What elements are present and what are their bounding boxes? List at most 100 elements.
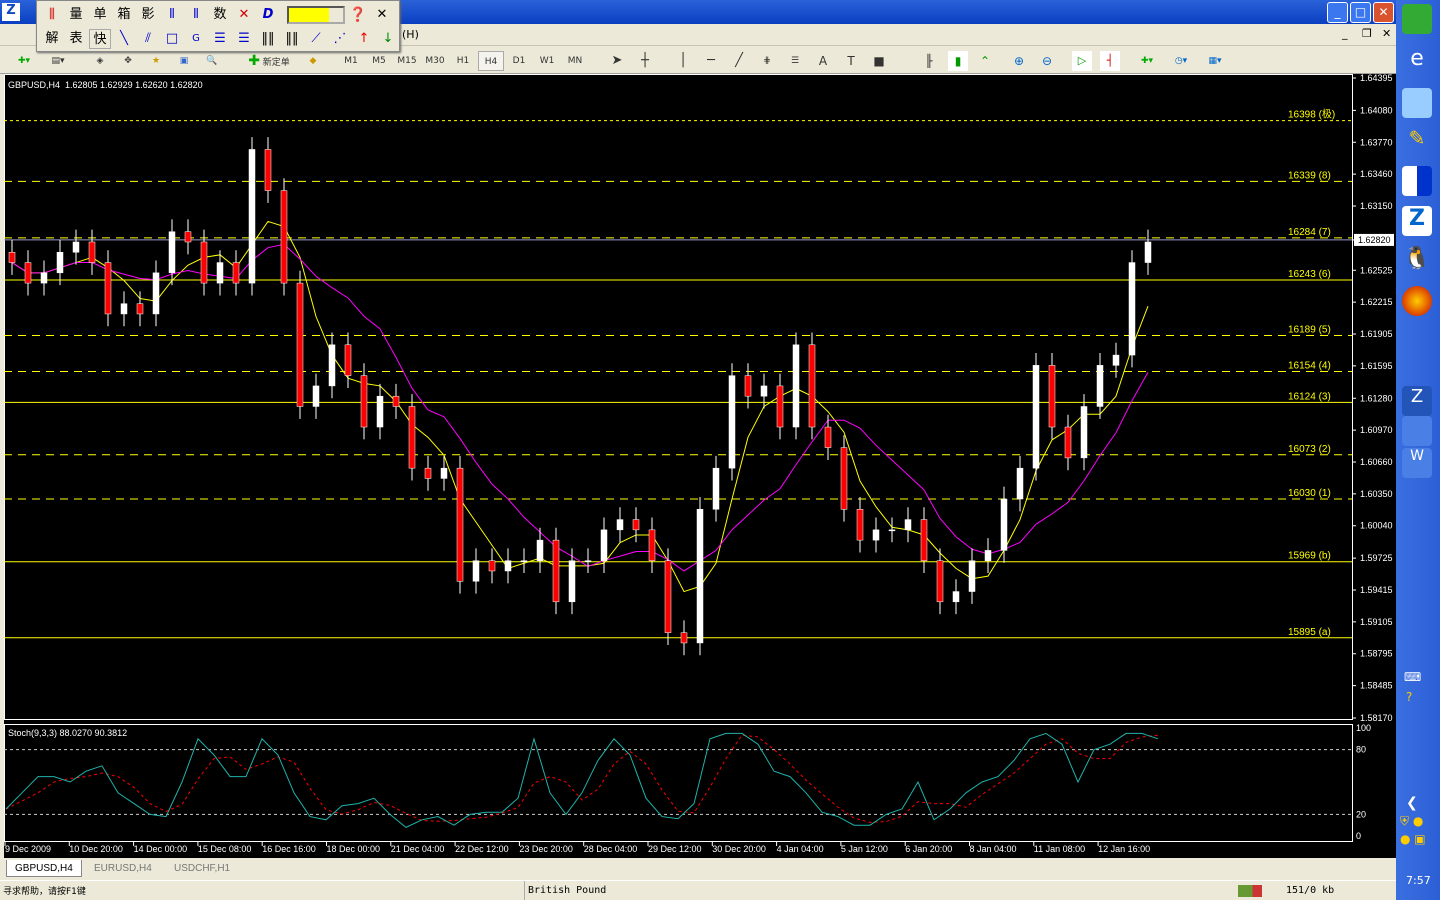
histogram2-icon[interactable]: ⫴ <box>185 5 207 25</box>
candle-body <box>760 385 768 397</box>
task-zhao-icon[interactable]: Z <box>1402 386 1432 416</box>
bar-chart-icon[interactable]: ╟ <box>920 51 938 71</box>
paint-icon[interactable]: ✎ <box>1402 126 1432 156</box>
ie-icon[interactable]: e <box>1402 46 1432 76</box>
mdi-close[interactable]: ✕ <box>1382 27 1391 40</box>
text-label-icon[interactable]: T <box>842 51 860 71</box>
expert-advisors-icon[interactable]: ◆ <box>304 51 322 71</box>
app-icon-red[interactable] <box>1402 286 1432 316</box>
zoom-out-icon[interactable]: ⊖ <box>1038 51 1056 71</box>
vertical-line-icon[interactable]: │ <box>674 51 692 71</box>
timeframe-MN[interactable]: MN <box>562 51 588 71</box>
app-icon-checker[interactable] <box>1402 166 1432 196</box>
text-icon[interactable]: A <box>814 51 832 71</box>
timeframe-H4[interactable]: H4 <box>478 51 504 71</box>
gann-icon[interactable]: G <box>185 29 207 49</box>
close-button[interactable]: ✕ <box>1373 2 1394 23</box>
tester-icon[interactable]: 🔍 <box>202 51 222 71</box>
timeframe-M30[interactable]: M30 <box>422 51 448 71</box>
chart-window[interactable]: 1.64395 1.64080 1.63770 1.63460 1.63150 1.628… <box>4 73 1396 858</box>
templates-icon[interactable]: ▦▾ <box>1202 51 1228 71</box>
chart-tab[interactable]: EURUSD,H4 <box>86 860 160 877</box>
mdi-minimize[interactable]: _ <box>1342 27 1348 40</box>
arrow-down-icon[interactable]: ↓ <box>377 29 399 49</box>
profiles-icon[interactable]: ▤▾ <box>44 51 72 71</box>
cycle-lines2-icon[interactable]: ‖‖ <box>281 29 303 49</box>
dy-icon[interactable]: D <box>257 5 279 25</box>
tray-network-icon[interactable]: ● ▣ <box>1400 832 1426 846</box>
fibo-icon[interactable]: ☰ <box>209 29 231 49</box>
horizontal-line-icon[interactable]: ─ <box>702 51 720 71</box>
ft-item[interactable]: 解 <box>41 29 63 49</box>
candle-body <box>344 344 352 376</box>
fibo-retracement-icon[interactable]: ☰ <box>786 51 804 71</box>
chart-tab[interactable]: GBPUSD,H4 <box>6 860 82 877</box>
terminal-icon[interactable]: ▣ <box>174 51 194 71</box>
ft-item[interactable]: 量 <box>65 5 87 25</box>
histogram-icon[interactable]: ⫴ <box>161 5 183 25</box>
text-lines-icon[interactable]: ☰ <box>233 29 255 49</box>
fan2-icon[interactable]: ⋰ <box>329 29 351 49</box>
tray-shield-icon[interactable]: ⛨ ● <box>1400 814 1423 829</box>
periods-icon[interactable]: ◷▾ <box>1168 51 1194 71</box>
ft-item[interactable]: 表 <box>65 29 87 49</box>
auto-scroll-icon[interactable]: ▷ <box>1072 51 1092 71</box>
cycle-lines-icon[interactable]: ‖‖ <box>257 29 279 49</box>
timeframe-D1[interactable]: D1 <box>506 51 532 71</box>
price-tick-label: 1.63150 <box>1360 201 1393 211</box>
line-icon[interactable]: ╲ <box>113 29 135 49</box>
menu-help[interactable]: (H) <box>402 28 419 41</box>
candlestick-icon[interactable]: ▮ <box>948 51 968 71</box>
mdi-restore[interactable]: ❐ <box>1362 27 1372 40</box>
tray-expand-icon[interactable]: ❮ <box>1406 795 1418 811</box>
chart-shift-icon[interactable]: ┤ <box>1100 51 1120 71</box>
crosshair-icon[interactable]: ┼ <box>636 51 654 71</box>
maximize-button[interactable]: □ <box>1350 2 1371 23</box>
navigator-icon[interactable]: ★ <box>146 51 166 71</box>
timeframe-M1[interactable]: M1 <box>338 51 364 71</box>
qq-icon[interactable]: 🐧 <box>1402 246 1432 276</box>
word-icon[interactable]: W <box>1402 448 1432 478</box>
minimize-button[interactable]: _ <box>1327 2 1348 23</box>
arrows-icon[interactable]: ■ <box>870 51 888 71</box>
keyboard-icon[interactable]: ⌨ <box>1404 670 1421 684</box>
chart-tab[interactable]: USDCHF,H1 <box>166 860 238 877</box>
candles-icon[interactable]: ⫼ <box>41 5 63 25</box>
timeframe-H1[interactable]: H1 <box>450 51 476 71</box>
task-app-icon[interactable] <box>1402 416 1432 446</box>
ft-item[interactable]: 影 <box>137 5 159 25</box>
close-toolbar-icon[interactable]: ✕ <box>371 5 393 25</box>
rectangle-icon[interactable]: □ <box>161 29 183 49</box>
ft-item[interactable]: 单 <box>89 5 111 25</box>
timeframe-W1[interactable]: W1 <box>534 51 560 71</box>
ft-item[interactable]: 快 <box>89 29 111 49</box>
trendline-icon[interactable]: ╱ <box>730 51 748 71</box>
timeframe-M5[interactable]: M5 <box>366 51 392 71</box>
ft-item[interactable]: 箱 <box>113 5 135 25</box>
stoch-info: Stoch(9,3,3) 88.0270 90.3812 <box>8 728 128 738</box>
color-picker[interactable] <box>287 6 345 24</box>
market-watch-icon[interactable]: ◈ <box>90 51 110 71</box>
candle-body <box>1000 498 1008 551</box>
arrow-up-icon[interactable]: ↑ <box>353 29 375 49</box>
new-order-button[interactable]: ✚ 新定单 <box>238 51 300 71</box>
help-icon[interactable]: ❓ <box>347 5 369 25</box>
channel-icon[interactable]: ⫽ <box>137 29 159 49</box>
cross-icon[interactable]: ✕ <box>233 5 255 25</box>
fibo-fan-icon[interactable]: ⋕ <box>758 51 776 71</box>
start-icon[interactable] <box>1402 4 1432 34</box>
price-chart[interactable]: 1.64395 1.64080 1.63770 1.63460 1.63150 1.628… <box>4 73 1396 858</box>
timeframe-M15[interactable]: M15 <box>394 51 420 71</box>
desktop-icon[interactable] <box>1402 88 1432 118</box>
cursor-icon[interactable]: ➤ <box>608 51 626 71</box>
zhao-icon[interactable]: Z <box>1402 206 1432 236</box>
indicators-icon[interactable]: ✚▾ <box>1134 51 1160 71</box>
new-chart-icon[interactable]: ✚▾ <box>10 51 38 71</box>
zoom-in-icon[interactable]: ⊕ <box>1010 51 1028 71</box>
data-window-icon[interactable]: ✥ <box>118 51 138 71</box>
line-chart-icon[interactable]: ⌃ <box>976 51 994 71</box>
help-tray-icon[interactable]: ? <box>1406 690 1412 704</box>
fan-icon[interactable]: ⟋ <box>305 29 327 49</box>
ft-item[interactable]: 数 <box>209 5 231 25</box>
chart-info: GBPUSD,H4 1.62805 1.62929 1.62620 1.6282… <box>8 80 203 90</box>
